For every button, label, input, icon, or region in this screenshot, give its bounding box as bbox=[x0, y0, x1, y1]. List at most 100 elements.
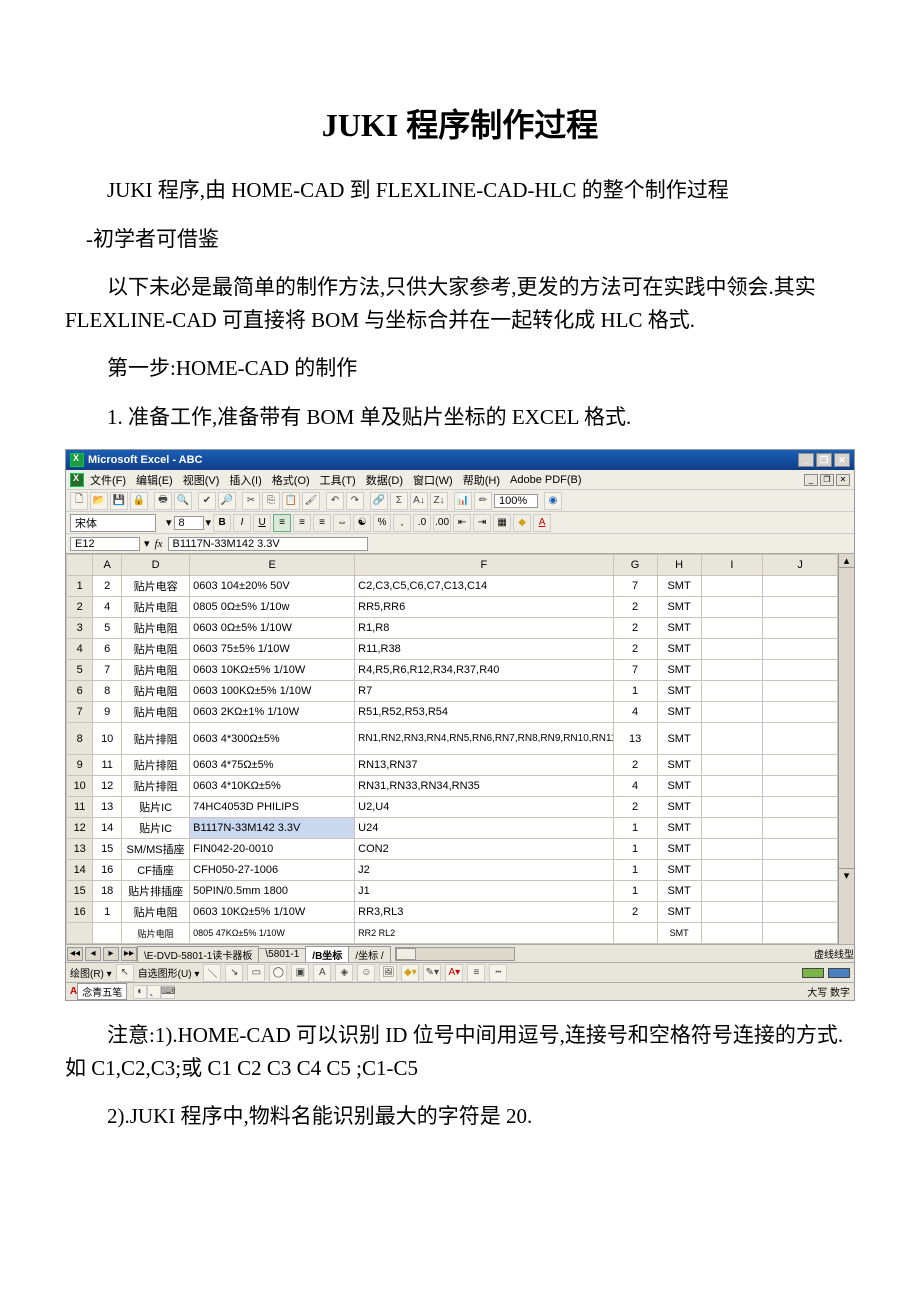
row-header[interactable]: 14 bbox=[67, 860, 93, 881]
borders-button[interactable]: ▦ bbox=[493, 514, 511, 532]
menu-adobe-pdf[interactable]: Adobe PDF(B) bbox=[506, 473, 586, 487]
col-header-J[interactable]: J bbox=[763, 555, 838, 576]
cell[interactable]: CFH050-27-1006 bbox=[190, 860, 355, 881]
ime-button-1[interactable]: ◐ bbox=[133, 985, 147, 999]
cell[interactable]: SMT bbox=[657, 576, 701, 597]
row-header[interactable]: 9 bbox=[67, 755, 93, 776]
autosum-icon[interactable]: Σ bbox=[390, 492, 408, 510]
cell[interactable]: 贴片电阻 bbox=[121, 902, 189, 923]
dash-style-icon[interactable]: ┅ bbox=[489, 964, 507, 982]
cell[interactable]: SMT bbox=[657, 639, 701, 660]
cell[interactable]: R51,R52,R53,R54 bbox=[355, 702, 613, 723]
align-left-button[interactable]: ≡ bbox=[273, 514, 291, 532]
col-header-D[interactable]: D bbox=[121, 555, 189, 576]
cell[interactable]: 14 bbox=[93, 818, 122, 839]
cell[interactable]: 7 bbox=[613, 576, 657, 597]
currency-button[interactable]: ☯ bbox=[353, 514, 371, 532]
cell[interactable] bbox=[701, 576, 763, 597]
cell[interactable] bbox=[763, 702, 838, 723]
row-header[interactable]: 12 bbox=[67, 818, 93, 839]
diagram-icon[interactable]: ◈ bbox=[335, 964, 353, 982]
cell[interactable]: 2 bbox=[613, 639, 657, 660]
chart-icon[interactable]: 📊 bbox=[454, 492, 472, 510]
cell[interactable] bbox=[701, 860, 763, 881]
sheet-tab-0[interactable]: \E-DVD-5801-1读卡器板 bbox=[137, 946, 259, 962]
cell[interactable]: 2 bbox=[613, 755, 657, 776]
cell[interactable]: 1 bbox=[613, 860, 657, 881]
cell[interactable]: J1 bbox=[355, 881, 613, 902]
cell[interactable] bbox=[763, 902, 838, 923]
preview-icon[interactable]: 🔍 bbox=[174, 492, 192, 510]
cell[interactable]: U2,U4 bbox=[355, 797, 613, 818]
row-header[interactable]: 8 bbox=[67, 723, 93, 755]
formula-input[interactable]: B1117N-33M142 3.3V bbox=[168, 537, 368, 551]
cell[interactable]: SMT bbox=[657, 597, 701, 618]
fill-color-draw-icon[interactable]: ◆▾ bbox=[401, 964, 419, 982]
row-header[interactable]: 5 bbox=[67, 660, 93, 681]
cell[interactable]: SM/MS插座 bbox=[121, 839, 189, 860]
help-icon[interactable]: ◉ bbox=[544, 492, 562, 510]
select-objects-icon[interactable]: ↖ bbox=[116, 964, 134, 982]
maximize-button[interactable]: ❐ bbox=[816, 453, 832, 467]
cell[interactable]: RR3,RL3 bbox=[355, 902, 613, 923]
font-color-button[interactable]: A bbox=[533, 514, 551, 532]
table-row[interactable]: 1214贴片ICB1117N-33M142 3.3VU241SMT bbox=[67, 818, 838, 839]
cell[interactable]: CON2 bbox=[355, 839, 613, 860]
menu-format[interactable]: 格式(O) bbox=[268, 471, 314, 489]
cell[interactable]: 13 bbox=[613, 723, 657, 755]
cell[interactable]: 18 bbox=[93, 881, 122, 902]
textbox-icon[interactable]: ▣ bbox=[291, 964, 309, 982]
sort-desc-icon[interactable]: Z↓ bbox=[430, 492, 448, 510]
col-header-G[interactable]: G bbox=[613, 555, 657, 576]
row-header[interactable]: 1 bbox=[67, 576, 93, 597]
decrease-decimal-button[interactable]: .00 bbox=[433, 514, 451, 532]
tab-nav-next[interactable]: ▸ bbox=[103, 947, 119, 961]
cell[interactable] bbox=[701, 639, 763, 660]
clipart-icon[interactable]: ☺ bbox=[357, 964, 375, 982]
cell[interactable] bbox=[701, 681, 763, 702]
merge-center-button[interactable]: ⇔ bbox=[333, 514, 351, 532]
copy-icon[interactable]: ⎘ bbox=[262, 492, 280, 510]
cell[interactable]: 4 bbox=[93, 597, 122, 618]
table-row[interactable]: 911贴片排阻0603 4*75Ω±5%RN13,RN372SMT bbox=[67, 755, 838, 776]
cell[interactable]: B1117N-33M142 3.3V bbox=[190, 818, 355, 839]
cell[interactable] bbox=[763, 860, 838, 881]
cell[interactable]: 0603 104±20% 50V bbox=[190, 576, 355, 597]
cell[interactable] bbox=[763, 776, 838, 797]
fx-icon[interactable]: fx bbox=[150, 538, 168, 550]
ime-button-3[interactable]: ⌨ bbox=[161, 985, 175, 999]
cell[interactable]: 贴片电阻 bbox=[121, 681, 189, 702]
table-row[interactable]: 810贴片排阻0603 4*300Ω±5%RN1,RN2,RN3,RN4,RN5… bbox=[67, 723, 838, 755]
cell[interactable]: U24 bbox=[355, 818, 613, 839]
name-box[interactable]: E12 bbox=[70, 537, 140, 551]
italic-button[interactable]: I bbox=[233, 514, 251, 532]
table-row[interactable]: 1315SM/MS插座FIN042-20-0010CON21SMT bbox=[67, 839, 838, 860]
wordart-icon[interactable]: A bbox=[313, 964, 331, 982]
cell[interactable]: SMT bbox=[657, 860, 701, 881]
cell[interactable]: RR5,RR6 bbox=[355, 597, 613, 618]
cell[interactable] bbox=[701, 776, 763, 797]
menu-file[interactable]: 文件(F) bbox=[86, 471, 130, 489]
cell[interactable] bbox=[763, 755, 838, 776]
row-header[interactable]: 13 bbox=[67, 839, 93, 860]
cell[interactable]: SMT bbox=[657, 797, 701, 818]
cell[interactable]: 贴片排阻 bbox=[121, 776, 189, 797]
cell[interactable] bbox=[763, 797, 838, 818]
save-icon[interactable]: 💾 bbox=[110, 492, 128, 510]
sheet-tab-1[interactable]: \5801-1 bbox=[258, 948, 306, 960]
cell[interactable]: SMT bbox=[657, 755, 701, 776]
ime-indicator[interactable]: 念青五笔 bbox=[77, 983, 127, 1000]
cell[interactable] bbox=[763, 618, 838, 639]
format-painter-icon[interactable]: 🖌 bbox=[302, 492, 320, 510]
arrow-icon[interactable]: ↘ bbox=[225, 964, 243, 982]
cell[interactable]: 4 bbox=[613, 776, 657, 797]
new-icon[interactable]: 🗋 bbox=[70, 492, 88, 510]
cell[interactable]: 贴片电阻 bbox=[121, 639, 189, 660]
cell[interactable]: R1,R8 bbox=[355, 618, 613, 639]
cell[interactable]: RN31,RN33,RN34,RN35 bbox=[355, 776, 613, 797]
row-header[interactable]: 10 bbox=[67, 776, 93, 797]
row-header[interactable]: 2 bbox=[67, 597, 93, 618]
cell[interactable]: R11,R38 bbox=[355, 639, 613, 660]
percent-button[interactable]: % bbox=[373, 514, 391, 532]
cell[interactable]: 50PIN/0.5mm 1800 bbox=[190, 881, 355, 902]
